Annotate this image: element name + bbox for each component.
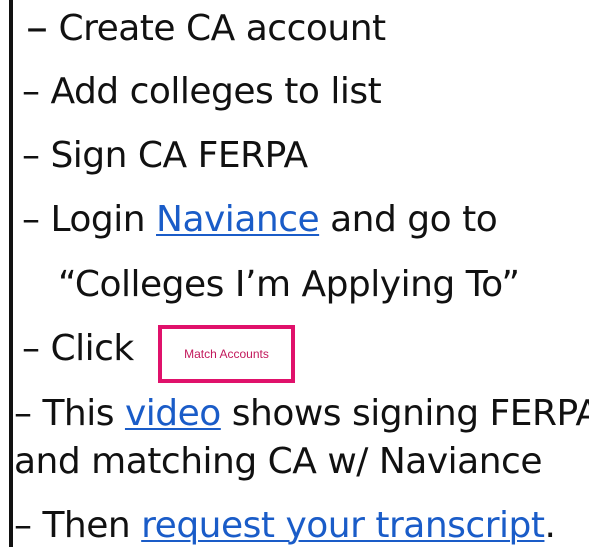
- step-text: and matching CA w/ Naviance: [14, 441, 542, 482]
- dash: –: [22, 135, 40, 176]
- step-video: – This video shows signing FERPA: [14, 396, 589, 432]
- step-create-ca-account: – Create CA account: [26, 6, 386, 50]
- step-prefix: Then: [31, 505, 142, 546]
- step-text: Click: [39, 328, 134, 369]
- step-add-colleges: – Add colleges to list: [22, 71, 382, 112]
- step-prefix: Login: [39, 199, 157, 240]
- step-sign-ferpa: – Sign CA FERPA: [22, 138, 308, 174]
- step-prefix: This: [31, 393, 125, 434]
- step-text: Create CA account: [47, 8, 386, 49]
- matching-ca-naviance-text: and matching CA w/ Naviance: [14, 444, 542, 480]
- dash: –: [14, 393, 32, 434]
- step-login-naviance: – Login Naviance and go to: [22, 199, 498, 240]
- left-margin-bar: [9, 0, 13, 547]
- dash: –: [22, 328, 40, 369]
- step-text: Sign CA FERPA: [39, 135, 308, 176]
- dash: –: [22, 71, 40, 112]
- video-link[interactable]: video: [125, 393, 221, 434]
- dash: –: [22, 199, 40, 240]
- step-click: – Click: [22, 331, 134, 367]
- request-transcript-link[interactable]: request your transcript: [141, 505, 545, 546]
- step-suffix: .: [544, 505, 556, 546]
- step-suffix: and go to: [319, 199, 498, 240]
- step-text: Add colleges to list: [39, 71, 382, 112]
- step-suffix: shows signing FERPA: [220, 393, 589, 434]
- step-request-transcript: – Then request your transcript.: [14, 505, 556, 546]
- match-accounts-button[interactable]: Match Accounts: [158, 325, 295, 383]
- dash: –: [26, 2, 48, 53]
- naviance-link[interactable]: Naviance: [156, 199, 320, 240]
- dash: –: [14, 505, 32, 546]
- step-text: “Colleges I’m Applying To”: [58, 264, 520, 305]
- colleges-applying-to-text: “Colleges I’m Applying To”: [58, 264, 520, 305]
